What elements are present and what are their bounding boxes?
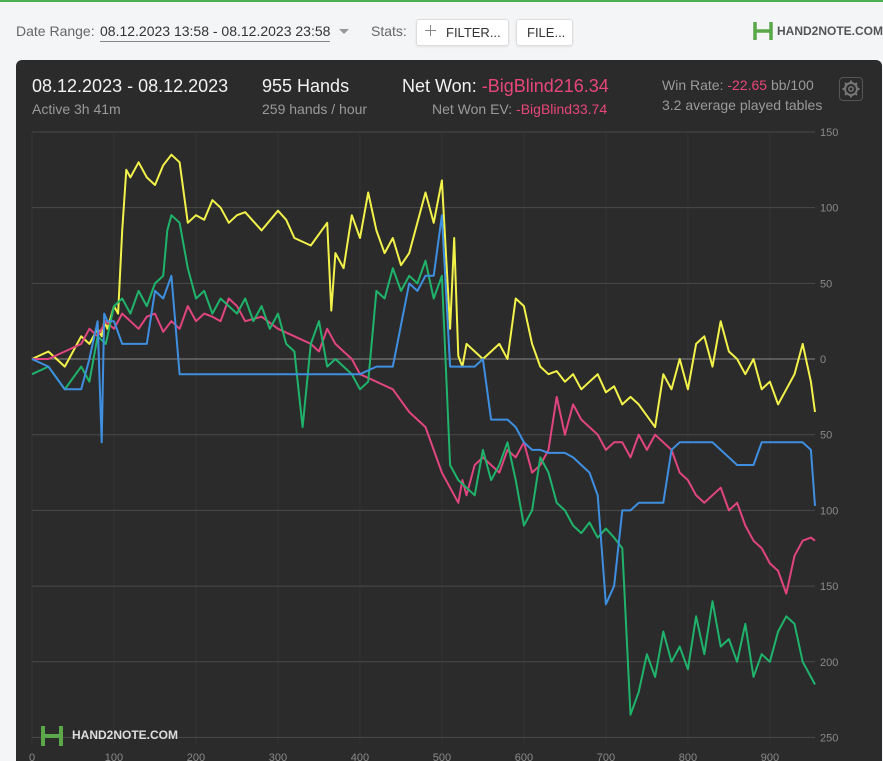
y-tick-label: 0: [820, 354, 826, 366]
series-line-3: [31, 214, 816, 716]
file-button[interactable]: FILE...: [516, 19, 573, 46]
y-tick-label: 100: [820, 203, 838, 215]
x-tick-label: 200: [187, 752, 205, 761]
filter-button-label: FILTER...: [446, 25, 501, 40]
y-tick-label: 50: [820, 278, 832, 290]
series-line-1: [31, 153, 816, 429]
x-tick-label: 700: [597, 752, 615, 761]
chart-watermark: HAND2NOTE.COM: [40, 724, 178, 748]
plus-icon: [425, 25, 436, 36]
x-tick-label: 500: [433, 752, 451, 761]
y-tick-label: 150: [820, 127, 838, 139]
brand-name: HAND2NOTE.COM: [777, 24, 883, 38]
chevron-down-icon[interactable]: [339, 29, 349, 34]
profit-chart: 150100500501001502002500 100 200 300 400 500 6…: [29, 127, 838, 761]
results-panel: 08.12.2023 - 08.12.2023 Active 3h 41m 95…: [16, 60, 882, 761]
date-range-picker[interactable]: 08.12.2023 13:58 - 08.12.2023 23:58: [100, 23, 331, 42]
x-tick-label: 0: [29, 752, 35, 761]
brand-logo: HAND2NOTE.COM: [753, 20, 883, 44]
hand2note-logo-icon: [41, 726, 63, 746]
filter-button[interactable]: FILTER...: [416, 19, 509, 46]
watermark-text: HAND2NOTE.COM: [72, 728, 179, 742]
y-tick-label: 100: [820, 505, 838, 517]
x-tick-label: 100: [105, 752, 123, 761]
x-tick-label: 800: [679, 752, 697, 761]
y-tick-label: 250: [820, 732, 838, 744]
x-tick-label: 400: [351, 752, 369, 761]
date-range-label: Date Range:: [16, 23, 95, 39]
y-tick-label: 200: [820, 657, 838, 669]
y-tick-label: 50: [820, 430, 832, 442]
toolbar: Date Range: 08.12.2023 13:58 - 08.12.202…: [0, 0, 883, 60]
stats-label: Stats:: [371, 23, 407, 39]
x-tick-label: 900: [761, 752, 779, 761]
hand2note-logo-icon: [753, 22, 773, 40]
y-tick-label: 150: [820, 581, 838, 593]
x-tick-label: 600: [515, 752, 533, 761]
series-line-4: [31, 214, 816, 606]
x-tick-label: 300: [269, 752, 287, 761]
